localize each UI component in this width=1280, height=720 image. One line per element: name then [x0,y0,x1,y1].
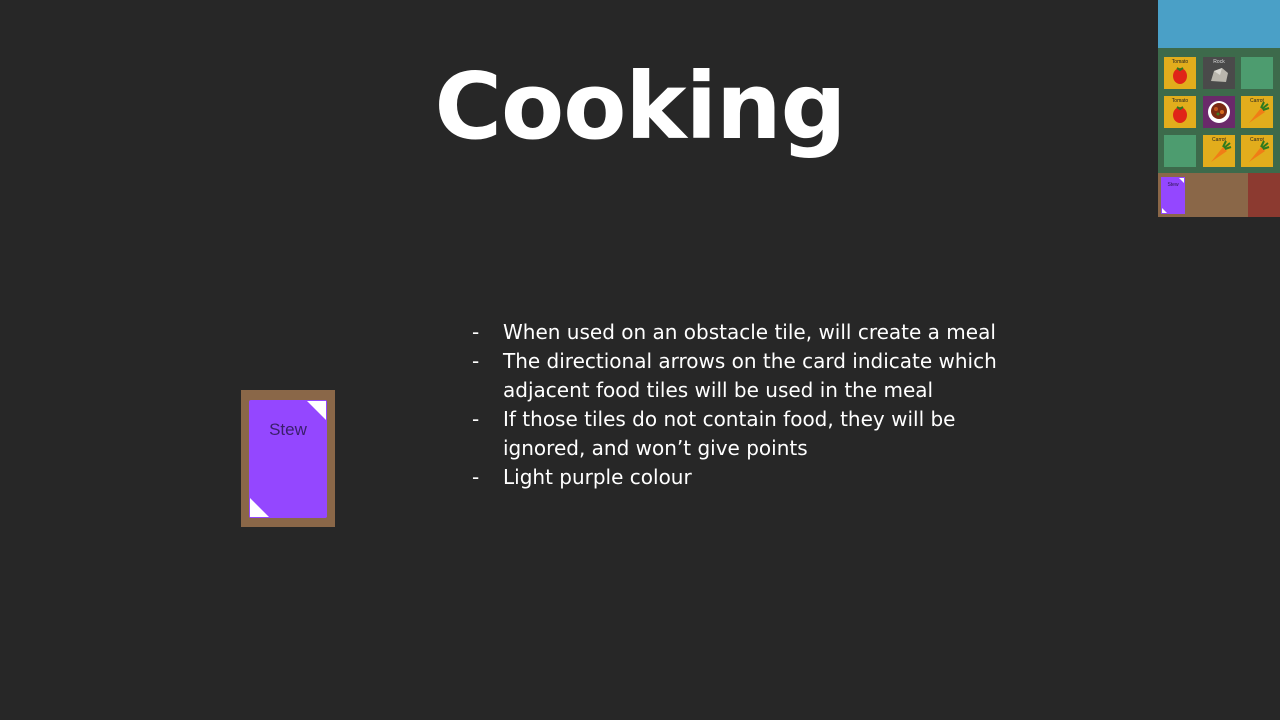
card-label: Stew [269,420,307,439]
carrot-tile: Carrot [1241,96,1273,128]
bullet-marker: - [472,407,480,431]
bullet-item: - Light purple colour [472,463,1012,492]
bullet-item: - When used on an obstacle tile, will cr… [472,318,1012,347]
carrot-tile: Carrot [1203,135,1235,167]
bullet-text: When used on an obstacle tile, will crea… [503,320,996,344]
stew-meal-tile [1203,96,1235,128]
carrot-icon [1211,140,1232,162]
bullet-text: Light purple colour [503,465,692,489]
discard-area [1248,173,1280,217]
bullet-marker: - [472,320,480,344]
bullet-list: - When used on an obstacle tile, will cr… [472,318,1012,492]
bullet-item: - The directional arrows on the card ind… [472,347,1012,405]
sky-strip [1158,0,1280,48]
rock-tile: Rock [1203,57,1235,89]
bullet-marker: - [472,349,480,373]
bullet-text: The directional arrows on the card indic… [503,349,997,402]
stew-card: Stew [241,390,335,527]
bullet-item: - If those tiles do not contain food, th… [472,405,1012,463]
carrot-icon [1249,101,1270,123]
tomato-tile: Tomato [1164,57,1196,89]
tomato-tile: Tomato [1164,96,1196,128]
tomato-icon [1173,67,1187,84]
game-board-thumbnail: Tomato Rock Tomato Carrot Carrot Carrot … [1158,0,1280,217]
slide-title: Cooking [434,53,847,160]
rock-icon [1211,68,1228,82]
arrow-down-left-icon [250,498,269,517]
tomato-icon [1173,106,1187,123]
card-corner-arrows-icon [1162,178,1184,213]
bullet-marker: - [472,465,480,489]
stew-bowl-icon [1208,101,1230,123]
grass-tile [1241,57,1273,89]
hand-card: Stew [1161,177,1185,214]
arrow-up-right-icon [307,401,326,420]
grass-tile [1164,135,1196,167]
carrot-icon [1249,140,1270,162]
carrot-tile: Carrot [1241,135,1273,167]
bullet-text: If those tiles do not contain food, they… [503,407,956,460]
